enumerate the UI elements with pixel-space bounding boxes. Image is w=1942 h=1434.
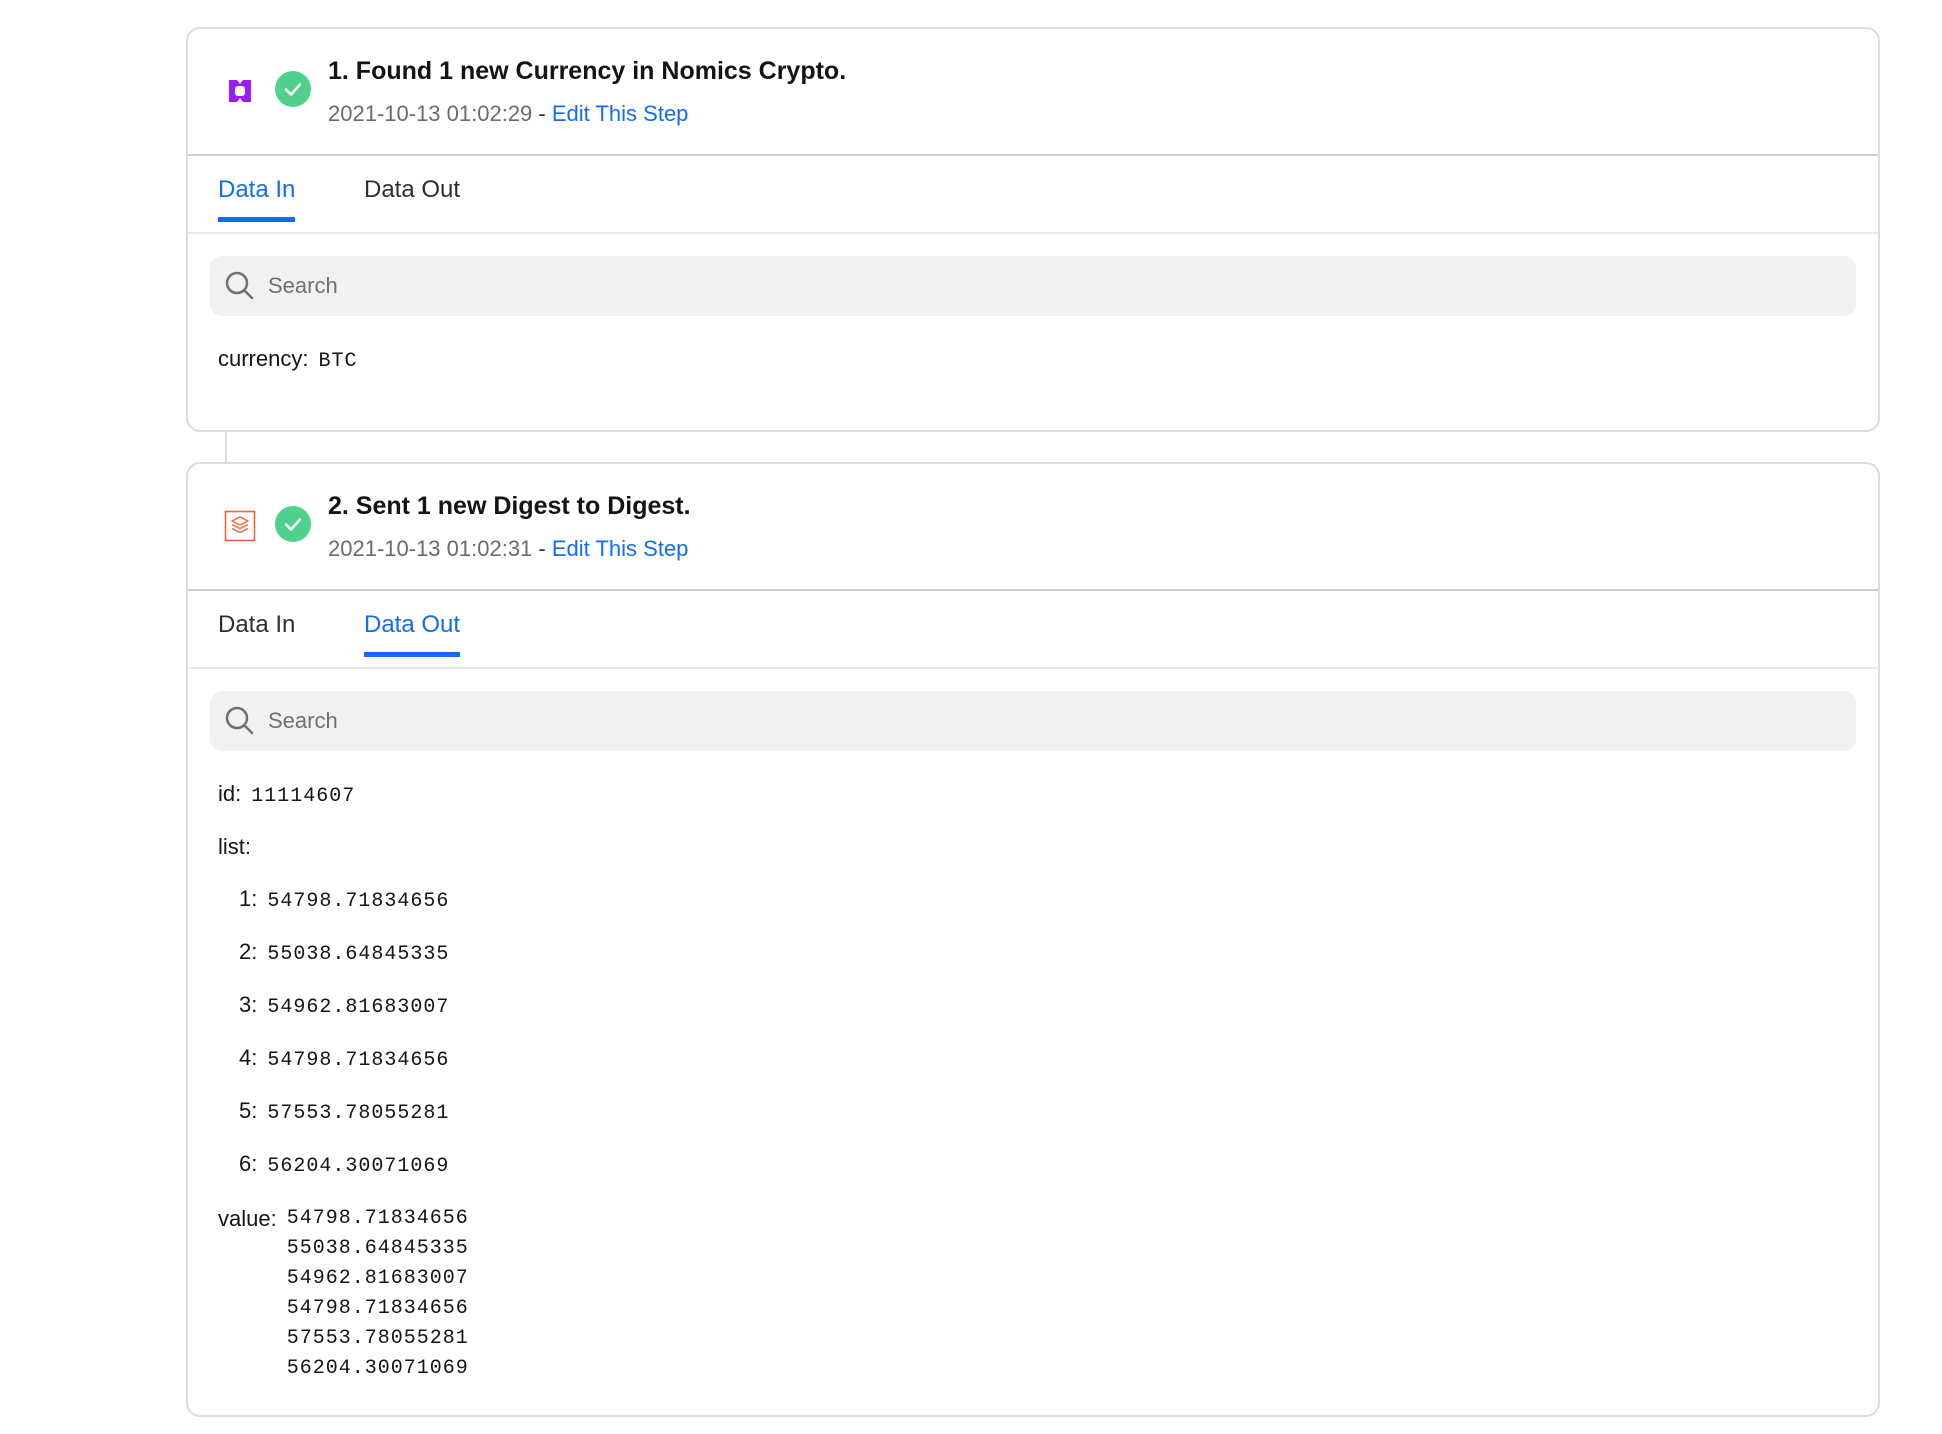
list-item-value: 54962.81683007 (267, 996, 450, 1019)
list-item: 1: 54798.71834656 (239, 886, 1848, 913)
field-value: BTC (318, 350, 358, 373)
list-item-key: 2: (239, 939, 258, 964)
list-item: 3: 54962.81683007 (239, 992, 1848, 1019)
list-item-value: 55038.64845335 (267, 943, 450, 966)
step-timestamp: 2021-10-13 01:02:31 (328, 536, 533, 561)
tab-bar: Data In Data Out (188, 156, 1878, 234)
field-row: value: 54798.71834656 55038.64845335 549… (218, 1204, 1848, 1384)
data-fields: currency: BTC (188, 316, 1878, 373)
list-item-key: 6: (239, 1151, 258, 1176)
step-card-1: 1. Found 1 new Currency in Nomics Crypto… (186, 27, 1880, 432)
field-key: list: (218, 834, 251, 859)
search-icon (225, 271, 254, 300)
list-item-value: 56204.30071069 (267, 1155, 450, 1178)
list-item-value: 54798.71834656 (267, 890, 450, 913)
step-timestamp: 2021-10-13 01:02:29 (328, 101, 533, 126)
list-item-key: 5: (239, 1098, 258, 1123)
success-check-icon (275, 71, 311, 107)
meta-separator: - (532, 536, 552, 561)
list-item-value: 54798.71834656 (267, 1049, 450, 1072)
step-card-2: 2. Sent 1 new Digest to Digest. 2021-10-… (186, 462, 1880, 1417)
list-items: 1: 54798.71834656 2: 55038.64845335 3: 5… (218, 886, 1848, 1178)
success-check-icon (275, 506, 311, 542)
step-meta: 2021-10-13 01:02:31 - Edit This Step (328, 536, 688, 562)
value-line: 54798.71834656 (286, 1297, 469, 1320)
step-title: 2. Sent 1 new Digest to Digest. (328, 492, 691, 520)
field-row: currency: BTC (218, 346, 1848, 373)
edit-step-link[interactable]: Edit This Step (552, 536, 689, 561)
value-line: 55038.64845335 (286, 1237, 469, 1260)
field-key: value: (218, 1206, 277, 1231)
step-title: 1. Found 1 new Currency in Nomics Crypto… (328, 57, 847, 85)
list-item: 4: 54798.71834656 (239, 1045, 1848, 1072)
list-item-key: 4: (239, 1045, 258, 1070)
value-line: 57553.78055281 (286, 1327, 469, 1350)
step-header: 1. Found 1 new Currency in Nomics Crypto… (188, 29, 1878, 156)
search-bar (210, 256, 1856, 316)
field-key: id: (218, 781, 242, 806)
digest-icon (224, 510, 256, 542)
search-input[interactable] (268, 691, 1828, 751)
list-item: 5: 57553.78055281 (239, 1098, 1848, 1125)
value-line: 54962.81683007 (286, 1267, 469, 1290)
list-item-value: 57553.78055281 (267, 1102, 450, 1125)
field-row: id: 11114607 (218, 781, 1848, 808)
step-meta: 2021-10-13 01:02:29 - Edit This Step (328, 101, 688, 127)
tab-data-in[interactable]: Data In (218, 176, 296, 222)
search-bar (210, 691, 1856, 751)
list-item-key: 3: (239, 992, 258, 1017)
field-key: currency: (218, 346, 309, 371)
nomics-icon (229, 80, 251, 102)
list-item: 6: 56204.30071069 (239, 1151, 1848, 1178)
step-connector (225, 431, 227, 463)
tab-data-out[interactable]: Data Out (364, 611, 461, 657)
tab-bar: Data In Data Out (188, 591, 1878, 669)
tab-data-in[interactable]: Data In (218, 611, 295, 657)
value-line: 56204.30071069 (286, 1357, 469, 1380)
value-line: 54798.71834656 (286, 1207, 469, 1230)
field-value: 11114607 (251, 785, 356, 808)
meta-separator: - (532, 101, 552, 126)
data-fields: id: 11114607 list: 1: 54798.71834656 2: … (188, 751, 1878, 1384)
list-item: 2: 55038.64845335 (239, 939, 1848, 966)
edit-step-link[interactable]: Edit This Step (552, 101, 689, 126)
step-header: 2. Sent 1 new Digest to Digest. 2021-10-… (188, 464, 1878, 591)
list-item-key: 1: (239, 886, 258, 911)
search-input[interactable] (268, 256, 1828, 316)
tab-data-out[interactable]: Data Out (364, 176, 460, 222)
search-icon (225, 706, 254, 735)
field-row: list: (218, 834, 1848, 860)
field-value-lines: 54798.71834656 55038.64845335 54962.8168… (287, 1204, 469, 1384)
